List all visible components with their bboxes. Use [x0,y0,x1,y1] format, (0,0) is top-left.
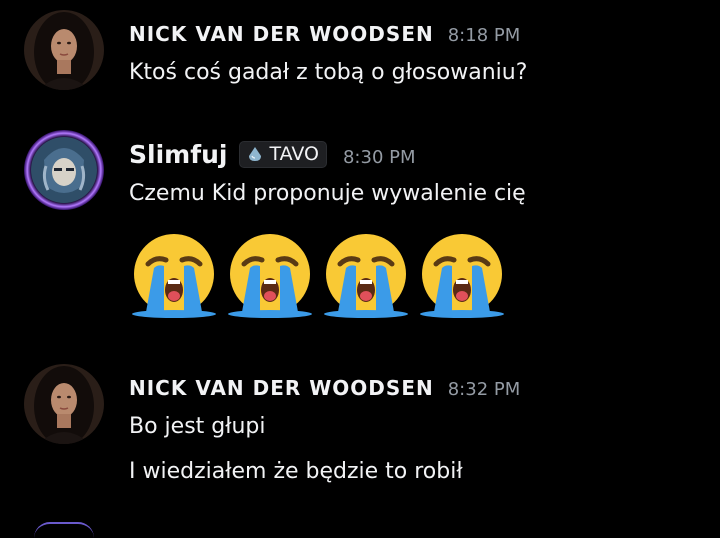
next-avatar-edge [34,522,94,538]
timestamp[interactable]: 8:32 PM [448,379,521,400]
author-name[interactable]: NICK VAN DER WOODSEN [129,22,434,46]
message-text: Ktoś coś gadał z tobą o głosowaniu? [129,60,528,85]
author-name[interactable]: NICK VAN DER WOODSEN [129,376,434,400]
guild-tag-label: TAVO [269,143,319,165]
loudly-crying-face-icon[interactable] [414,224,510,320]
message-text: Bo jest głupi [129,414,266,439]
avatar-slimfuj[interactable] [24,130,104,210]
avatar-nick[interactable] [24,364,104,444]
loudly-crying-face-icon[interactable] [126,224,222,320]
loudly-crying-face-icon[interactable] [222,224,318,320]
emoji-row [126,224,510,320]
water-drop-icon [249,147,262,161]
loudly-crying-face-icon[interactable] [318,224,414,320]
timestamp[interactable]: 8:30 PM [343,147,416,168]
avatar-nick[interactable] [24,10,104,90]
timestamp[interactable]: 8:18 PM [448,25,521,46]
message-text: I wiedziałem że będzie to robił [129,459,463,484]
author-name[interactable]: Slimfuj [129,140,227,169]
message-text: Czemu Kid proponuje wywalenie cię [129,181,526,206]
guild-tag-badge[interactable]: TAVO [239,141,327,168]
